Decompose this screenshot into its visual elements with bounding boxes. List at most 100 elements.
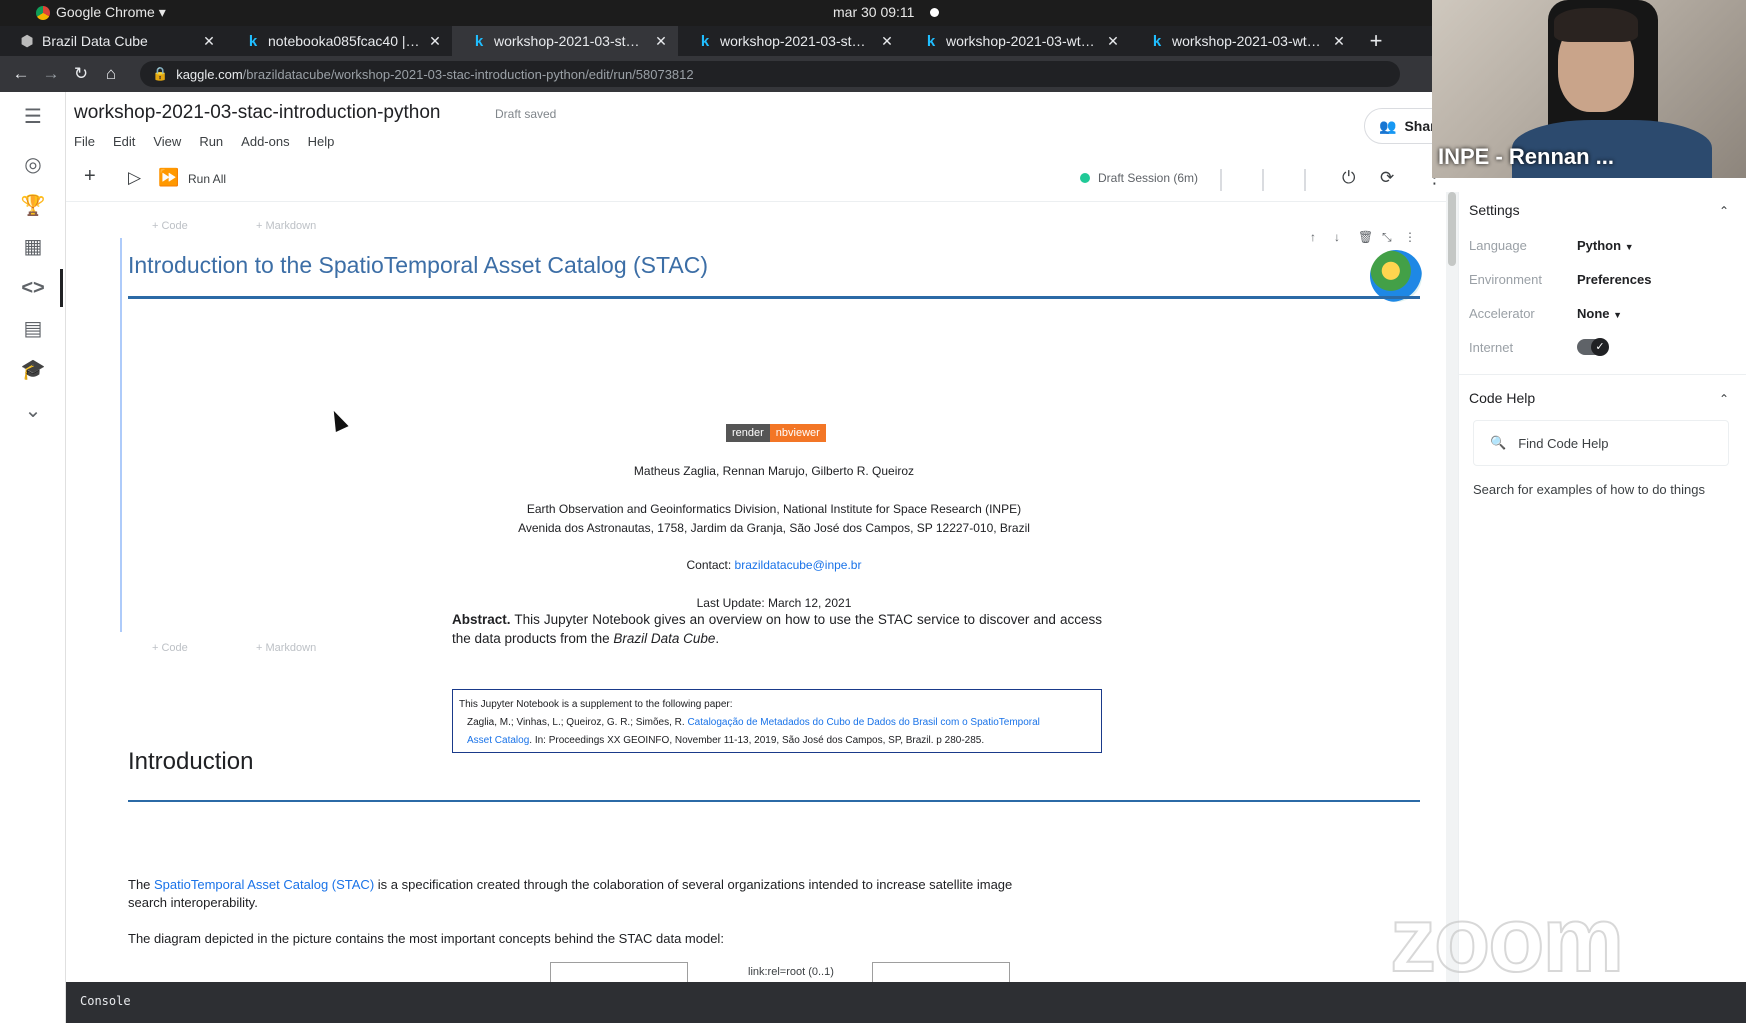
close-icon[interactable]: ✕ (428, 33, 442, 50)
notebook-toolbar: + ▷ ⏩ Run All Draft Session (6m) ⏻ ⟳ ⋮ (66, 158, 1446, 202)
move-up-icon[interactable]: ↑ (1310, 230, 1316, 244)
accelerator-label: Accelerator (1469, 306, 1535, 321)
kaggle-k-icon: k (926, 32, 936, 50)
power-icon[interactable]: ⏻ (1342, 168, 1355, 188)
os-clock[interactable]: mar 30 09:11 (833, 4, 914, 20)
code-help-title[interactable]: Code Help (1469, 390, 1535, 406)
reference-link-cont[interactable]: Asset Catalog (467, 735, 529, 746)
compass-icon[interactable]: ◎ (20, 152, 46, 178)
intro-text-pre: The (128, 877, 155, 892)
reference-link[interactable]: Catalogação de Metadados do Cubo de Dado… (687, 717, 1039, 728)
delete-icon[interactable]: 🗑 (1358, 230, 1373, 244)
section-heading: Introduction (128, 748, 254, 775)
heading-divider (128, 296, 1420, 299)
close-icon[interactable]: ✕ (202, 33, 216, 50)
tab-title: workshop-2021-03-wtss-e (1172, 33, 1324, 49)
intro-paragraph: The SpatioTemporal Asset Catalog (STAC) … (128, 876, 1028, 912)
browser-tab[interactable]: k notebooka085fcac40 | Ka ✕ (226, 26, 452, 56)
collapse-icon[interactable]: ⤡ (1382, 230, 1392, 245)
os-app-menu[interactable]: Google Chrome ▾ (36, 4, 166, 21)
settings-panel: Settings ⌃ Language Python ▼ Environment… (1458, 192, 1746, 982)
close-icon[interactable]: ✕ (1332, 33, 1346, 50)
search-icon: 🔍 (1490, 435, 1507, 450)
diagram-paragraph: The diagram depicted in the picture cont… (128, 931, 724, 946)
affiliation-line-2: Avenida dos Astronautas, 1758, Jardim da… (518, 521, 1030, 535)
badge-nbviewer-text: nbviewer (769, 424, 826, 442)
add-markdown-button[interactable]: + Markdown (256, 220, 316, 232)
notebook-scrollbar[interactable] (1446, 192, 1458, 982)
trophy-icon[interactable]: 🏆 (20, 193, 46, 219)
left-nav-rail: ☰ ◎ 🏆 ▦ <> ▤ 🎓 ⌄ ❐ (0, 92, 66, 1004)
menu-view[interactable]: View (153, 134, 181, 149)
accelerator-select[interactable]: None ▼ (1577, 306, 1622, 321)
browser-tab-active[interactable]: k workshop-2021-03-stac-in ✕ (452, 26, 678, 56)
find-placeholder: Find Code Help (1518, 435, 1609, 451)
add-code-button[interactable]: + Code (152, 220, 188, 232)
new-tab-icon[interactable]: + (1356, 26, 1396, 56)
badge-render-text: render (726, 424, 770, 442)
chevron-up-icon[interactable]: ⌃ (1719, 204, 1729, 218)
run-all-button[interactable]: Run All (188, 172, 226, 186)
menu-file[interactable]: File (74, 134, 95, 149)
browser-tab[interactable]: k workshop-2021-03-stac-in ✕ (678, 26, 904, 56)
find-code-help-input[interactable]: 🔍 Find Code Help (1473, 420, 1729, 466)
close-icon[interactable]: ✕ (880, 33, 894, 50)
browser-tab-strip: ⬢ Brazil Data Cube ✕ k notebooka085fcac4… (0, 26, 1432, 56)
language-select[interactable]: Python ▼ (1577, 238, 1634, 253)
tab-title: workshop-2021-03-stac-in (720, 33, 872, 49)
menu-edit[interactable]: Edit (113, 134, 135, 149)
session-status[interactable]: Draft Session (6m) (1080, 171, 1198, 185)
home-icon[interactable]: ⌂ (96, 64, 126, 84)
environment-value[interactable]: Preferences (1577, 272, 1651, 287)
notebook-body: + Code + Markdown ↑ ↓ 🗑 ⤡ ⋮ Introduction… (66, 202, 1446, 982)
panel-divider (1459, 374, 1746, 375)
settings-title[interactable]: Settings (1469, 202, 1520, 218)
chevron-up-icon[interactable]: ⌃ (1719, 392, 1729, 406)
section-divider (128, 800, 1420, 802)
browser-tab[interactable]: ⬢ Brazil Data Cube ✕ (0, 26, 226, 56)
recording-dot-icon (930, 8, 939, 17)
cell-heading: Introduction to the SpatioTemporal Asset… (128, 252, 708, 278)
menu-run[interactable]: Run (199, 134, 223, 149)
contact-line: Contact: brazildatacube@inpe.br (128, 558, 1420, 572)
hamburger-menu-icon[interactable]: ☰ (20, 104, 46, 130)
nbviewer-badge[interactable]: render nbviewer (726, 424, 826, 442)
browser-tab[interactable]: k workshop-2021-03-wtss-e ✕ (1130, 26, 1356, 56)
diagram-link-label: link:rel=root (0..1) (748, 966, 834, 978)
accelerator-value: None (1577, 306, 1610, 321)
reference-intro: This Jupyter Notebook is a supplement to… (459, 699, 733, 710)
reload-icon[interactable]: ↻ (66, 64, 96, 84)
close-icon[interactable]: ✕ (1106, 33, 1120, 50)
back-arrow-icon[interactable]: ← (6, 64, 36, 84)
code-icon[interactable]: <> (20, 269, 63, 307)
browser-tab[interactable]: k workshop-2021-03-wtss-in ✕ (904, 26, 1130, 56)
restart-icon[interactable]: ⟳ (1380, 168, 1394, 188)
ram-meter (1262, 169, 1268, 191)
notebook-title[interactable]: workshop-2021-03-stac-introduction-pytho… (74, 102, 440, 124)
contact-email-link[interactable]: brazildatacube@inpe.br (735, 558, 862, 572)
discussion-icon[interactable]: ▤ (20, 316, 46, 342)
table-icon[interactable]: ▦ (20, 234, 46, 260)
run-all-icon[interactable]: ⏩ (158, 168, 179, 188)
add-markdown-button[interactable]: + Markdown (256, 642, 316, 654)
forward-arrow-icon[interactable]: → (36, 64, 66, 84)
address-bar[interactable]: 🔒 kaggle.com/brazildatacube/workshop-202… (140, 61, 1400, 87)
close-icon[interactable]: ✕ (654, 33, 668, 50)
abstract-label: Abstract. (452, 612, 511, 627)
graduation-cap-icon[interactable]: 🎓 (20, 357, 46, 383)
check-icon: ✓ (1591, 338, 1609, 356)
move-down-icon[interactable]: ↓ (1334, 230, 1340, 244)
add-cell-icon[interactable]: + (84, 165, 96, 188)
stac-link[interactable]: SpatioTemporal Asset Catalog (STAC) (154, 877, 374, 892)
menu-add-ons[interactable]: Add-ons (241, 134, 289, 149)
scrollbar-thumb[interactable] (1448, 192, 1456, 266)
notebook-menu-bar: File Edit View Run Add-ons Help (74, 134, 334, 149)
internet-label: Internet (1469, 340, 1514, 355)
run-cell-icon[interactable]: ▷ (128, 168, 141, 188)
chevron-down-icon[interactable]: ⌄ (20, 398, 46, 424)
menu-help[interactable]: Help (308, 134, 335, 149)
cell-more-icon[interactable]: ⋮ (1404, 230, 1416, 244)
internet-toggle[interactable]: ✓ (1577, 338, 1609, 356)
add-code-button[interactable]: + Code (152, 642, 188, 654)
authors-text: Matheus Zaglia, Rennan Marujo, Gilberto … (633, 464, 915, 478)
